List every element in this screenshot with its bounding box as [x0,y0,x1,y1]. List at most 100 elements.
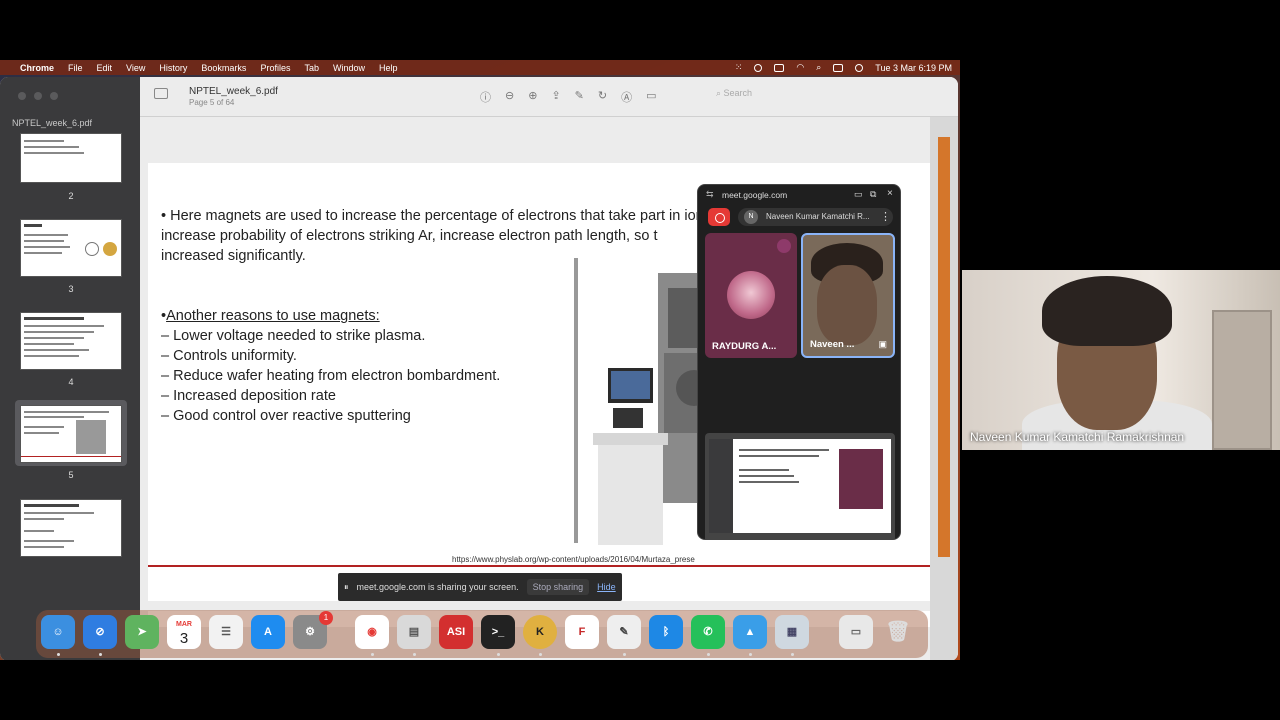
wifi-icon[interactable]: ◠ [796,62,804,73]
search-field[interactable]: ⌕ Search [710,88,910,104]
menu-edit[interactable]: Edit [97,63,113,73]
search-field-icon: ⌕ [716,88,724,98]
bullet-1: – Lower voltage needed to strike plasma. [161,328,426,344]
menu-window[interactable]: Window [333,63,365,73]
image-app-icon[interactable]: ▦ [775,615,809,649]
terminal-icon[interactable]: >_ [481,615,515,649]
control-center-icon[interactable] [833,63,844,72]
mac-screen: Chrome File Edit View History Bookmarks … [0,60,960,660]
preview-toolbar: NPTEL_week_6.pdf Page 5 of 64 ⓘ ⊖ ⊕ ⇪ ✎ … [140,77,958,117]
sidebar-toggle-icon[interactable] [154,88,168,99]
menu-bar: Chrome File Edit View History Bookmarks … [0,60,960,75]
notes-icon[interactable]: ✎ [607,615,641,649]
maps-icon[interactable]: ➤ [125,615,159,649]
asi-app-icon[interactable]: ASI [439,615,473,649]
screen-share-bar: ⏸ meet.google.com is sharing your screen… [338,573,622,601]
stop-sharing-button[interactable]: Stop sharing [526,579,590,595]
running-dot [707,653,710,656]
participant-name-1: RAYDURG A... [712,341,777,352]
menu-profiles[interactable]: Profiles [260,63,290,73]
zoom-out-icon[interactable]: ⊖ [505,89,514,105]
expand-icon[interactable]: ⧉ [870,189,876,200]
meet-pip-window: ⇆ meet.google.com ▭ ⧉ × Naveen Kumar Kam… [697,184,901,540]
settings-icon[interactable]: ⇆ [706,189,714,200]
menu-bookmarks[interactable]: Bookmarks [201,63,246,73]
bullet-3: – Reduce wafer heating from electron bom… [161,368,501,384]
calendar-icon[interactable]: MAR 3 [167,615,201,649]
rotate-icon[interactable]: ↻ [598,89,607,105]
form-icon[interactable]: ▭ [646,89,656,105]
app-store-icon[interactable]: A [251,615,285,649]
more-options-icon[interactable]: ⋮ [880,210,891,223]
info-icon[interactable]: ⓘ [480,89,491,105]
presenter-chip[interactable]: Naveen Kumar Kamatchi R... [738,208,893,226]
page-thumbnail-3[interactable] [20,219,122,277]
menu-app-name[interactable]: Chrome [20,63,54,73]
markup-icon[interactable]: ✎ [575,89,584,105]
keynote-icon[interactable]: ▲ [733,615,767,649]
page-indicator: Page 5 of 64 [189,98,235,107]
source-url: https://www.physlab.org/wp-content/uploa… [452,555,695,564]
share-icon[interactable]: ⇪ [551,89,560,105]
page-thumbnail-4[interactable] [20,312,122,370]
thumbnail-sidebar: NPTEL_week_6.pdf 2 3 4 5 [0,77,140,660]
close-icon[interactable]: × [887,188,893,199]
page-number-4: 4 [68,377,74,387]
menu-view[interactable]: View [126,63,145,73]
search-icon[interactable]: ⌕ [816,62,821,73]
self-video-tile[interactable]: Naveen Kumar Kamatchi Ramakrishnan [962,270,1280,450]
siri-icon[interactable] [855,63,864,72]
menu-tab[interactable]: Tab [304,63,319,73]
f-app-icon[interactable]: F [565,615,599,649]
menu-history[interactable]: History [159,63,187,73]
paragraph-line-3: increased significantly. [161,248,306,264]
trash-icon[interactable]: 🗑 [881,615,915,649]
downloads-folder-icon[interactable]: ▭ [839,615,873,649]
zoom-in-icon[interactable]: ⊕ [528,89,537,105]
running-dot [623,653,626,656]
reminders-icon[interactable]: ☰ [209,615,243,649]
background-door [1212,310,1272,450]
whatsapp-icon[interactable]: ✆ [691,615,725,649]
zoom-window-button[interactable] [50,92,58,100]
minimize-window-button[interactable] [34,92,42,100]
participant-tile-1[interactable]: RAYDURG A... [705,233,797,358]
dock: ☺ ⊘ ➤ MAR 3 ☰ A ⚙ 1 ◉ ▤ ASI >_ K F ✎ ᛒ ✆… [36,610,928,658]
page-thumbnail-6[interactable] [20,499,122,557]
chrome-icon[interactable]: ◉ [355,615,389,649]
clock[interactable]: Tue 3 Mar 6:19 PM [875,63,952,73]
paragraph-line-2: increase probability of electrons striki… [161,228,658,244]
grid-icon[interactable]: ⁙ [735,62,743,73]
running-dot [539,653,542,656]
participant-avatar [727,271,775,319]
finder-icon[interactable]: ☺ [41,615,75,649]
battery-icon[interactable] [774,63,785,72]
running-dot [413,653,416,656]
page-number-3: 3 [68,284,74,294]
close-window-button[interactable] [18,92,26,100]
page-thumbnail-5[interactable] [20,405,122,463]
search-placeholder: Search [723,88,753,98]
safari-icon[interactable]: ⊘ [83,615,117,649]
slide-heading: Another reasons to use magnets: [166,308,380,324]
bullet-2: – Controls uniformity. [161,348,297,364]
running-dot [57,653,60,656]
bluetooth-icon[interactable]: ᛒ [649,615,683,649]
menu-help[interactable]: Help [379,63,398,73]
pin-icon[interactable]: ▣ [878,339,887,350]
shared-screen-preview [705,433,895,539]
k-app-icon[interactable]: K [523,615,557,649]
participant-name-2: Naveen ... [810,339,855,350]
shared-screen-mini [709,439,891,533]
camera-small-icon[interactable]: ▭ [854,189,863,200]
menu-file[interactable]: File [68,63,83,73]
annotate-icon[interactable]: Ⓐ [621,89,632,105]
record-icon[interactable] [754,63,763,72]
pip-url: meet.google.com [722,190,788,200]
share-message: meet.google.com is sharing your screen. [356,582,519,592]
preview-icon[interactable]: ▤ [397,615,431,649]
hide-button[interactable]: Hide [597,582,616,592]
page-thumbnail-2[interactable] [20,133,122,183]
participant-tile-2[interactable]: Naveen ... ▣ [801,233,895,358]
page-number-5: 5 [68,470,74,480]
